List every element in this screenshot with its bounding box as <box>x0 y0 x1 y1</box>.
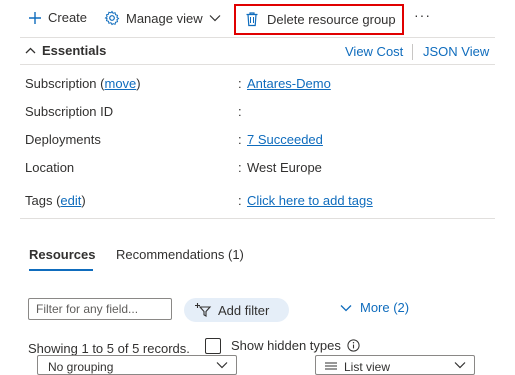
add-tags-link[interactable]: Click here to add tags <box>247 193 373 208</box>
deployments-value-link[interactable]: 7 Succeeded <box>247 132 323 147</box>
subscription-colon: : <box>238 76 242 91</box>
json-view-link[interactable]: JSON View <box>423 44 489 59</box>
tags-label: Tags (edit) <box>25 193 86 208</box>
gear-icon <box>104 10 120 26</box>
add-filter-label: Add filter <box>218 302 270 318</box>
grouping-dropdown[interactable]: No grouping <box>37 355 237 375</box>
tab-recommendations[interactable]: Recommendations (1) <box>116 247 244 262</box>
tab-resources[interactable]: Resources <box>29 247 95 262</box>
more-filters-label: More (2) <box>360 300 410 315</box>
tags-colon: : <box>238 193 242 208</box>
more-options-icon: ··· <box>414 7 431 23</box>
filter-input[interactable] <box>28 298 172 320</box>
subscription-value-link[interactable]: Antares-Demo <box>247 76 331 91</box>
move-link[interactable]: move <box>104 76 136 91</box>
delete-resource-group-button[interactable]: Delete resource group <box>245 11 396 27</box>
more-options-button[interactable]: ··· <box>414 7 431 23</box>
show-hidden-types-label: Show hidden types <box>231 338 341 353</box>
deployments-label: Deployments <box>25 132 101 147</box>
view-cost-link[interactable]: View Cost <box>345 44 403 59</box>
create-label: Create <box>48 10 88 25</box>
subscription-label: Subscription (move) <box>25 76 141 91</box>
plus-icon <box>29 11 41 24</box>
add-filter-button[interactable]: Add filter <box>184 298 289 322</box>
toolbar-divider <box>20 37 495 38</box>
deployments-colon: : <box>238 132 242 147</box>
essentials-bottom-divider <box>20 218 495 219</box>
info-icon <box>347 339 360 352</box>
manage-view-label: Manage view <box>126 10 203 26</box>
location-colon: : <box>238 160 242 175</box>
chevron-down-icon <box>340 304 352 311</box>
essentials-toggle[interactable]: Essentials <box>25 43 106 58</box>
essentials-divider <box>20 64 495 65</box>
list-view-icon <box>325 362 337 370</box>
show-hidden-types-checkbox[interactable] <box>205 338 221 354</box>
more-filters-button[interactable]: More (2) <box>340 300 409 315</box>
active-tab-indicator <box>29 269 93 271</box>
essentials-title: Essentials <box>42 43 107 58</box>
add-filter-icon <box>195 303 212 317</box>
grouping-selected: No grouping <box>48 360 114 374</box>
create-button[interactable]: Create <box>28 10 87 25</box>
view-dropdown[interactable]: List view <box>315 355 475 375</box>
manage-view-button[interactable]: Manage view <box>104 10 221 26</box>
subscription-id-colon: : <box>238 104 242 119</box>
delete-label: Delete resource group <box>267 11 396 27</box>
chevron-down-icon <box>209 15 221 22</box>
chevron-up-icon <box>25 47 36 54</box>
records-count-text: Showing 1 to 5 of 5 records. <box>28 341 190 356</box>
view-selected: List view <box>344 360 391 374</box>
essentials-link-separator <box>412 44 413 60</box>
trash-icon <box>246 12 258 27</box>
edit-tags-link[interactable]: edit <box>60 193 81 208</box>
location-label: Location <box>25 160 75 175</box>
subscription-id-label: Subscription ID <box>25 104 114 119</box>
location-value: West Europe <box>247 160 322 175</box>
